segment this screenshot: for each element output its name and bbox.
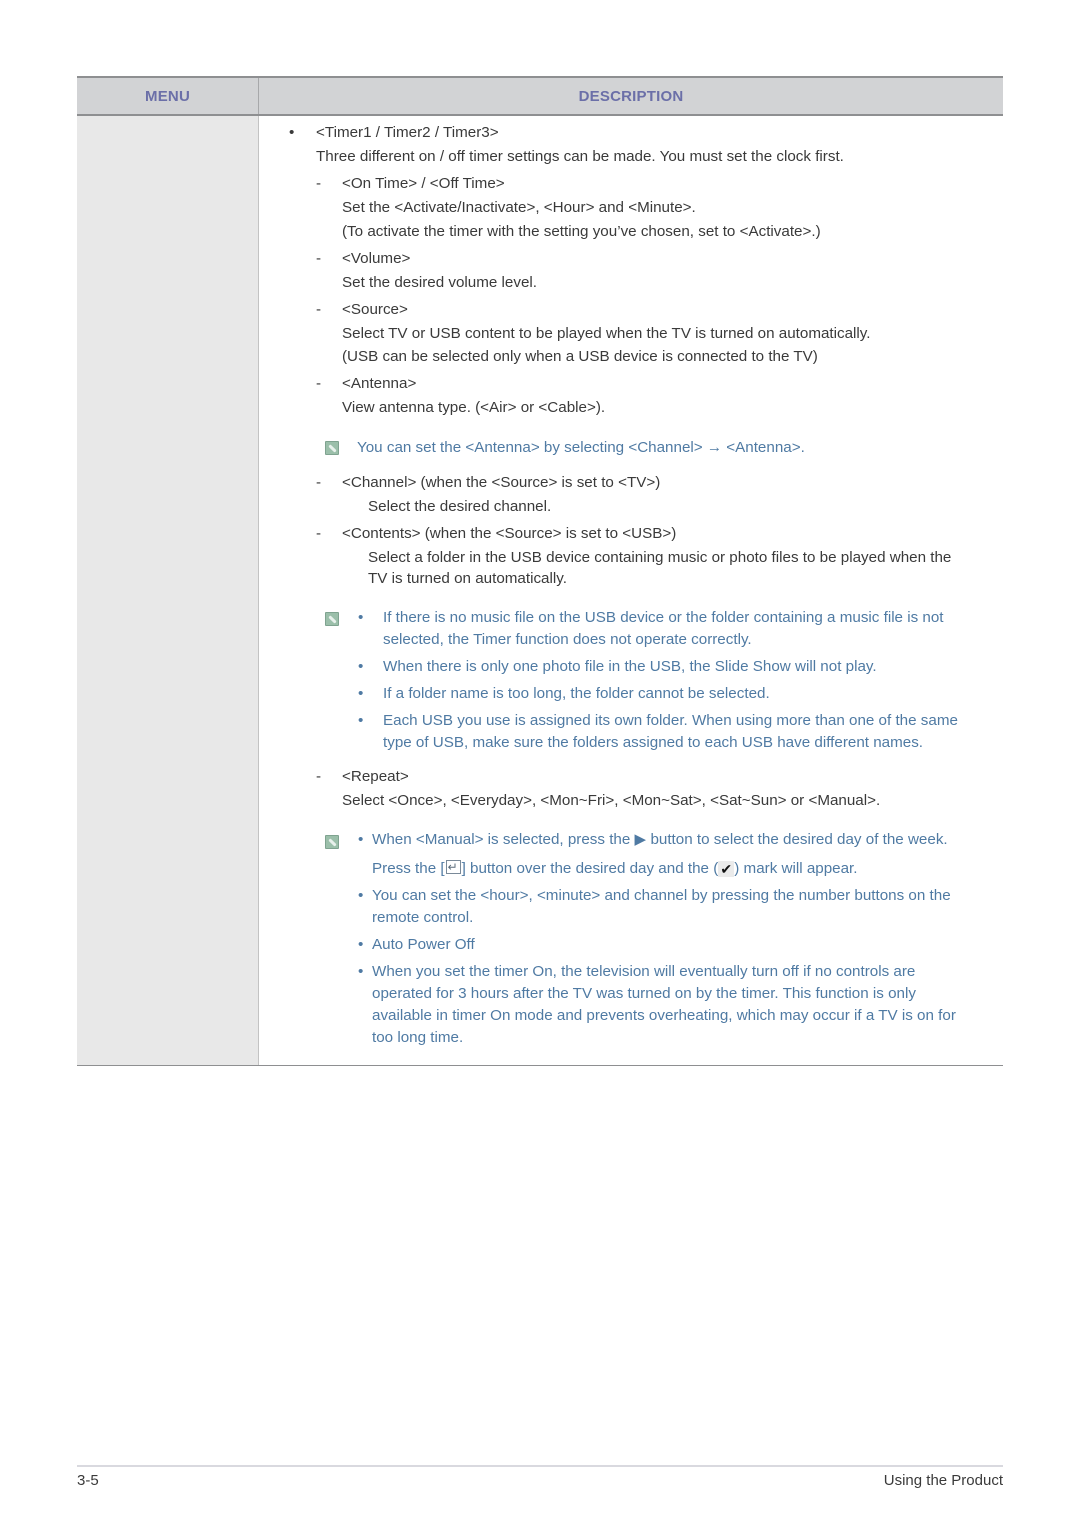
note-icon (325, 835, 339, 849)
auto-power-desc-line4: too long time. (372, 1029, 464, 1046)
note-icon (325, 441, 339, 455)
on-off-time-title: <On Time> / <Off Time> (342, 175, 505, 192)
timers-desc: Three different on / off timer settings … (316, 148, 844, 165)
usb-note-4-line1: Each USB you use is assigned its own fol… (383, 712, 958, 729)
bullet: • (358, 712, 364, 729)
dash: - (316, 250, 322, 267)
bullet: • (358, 831, 364, 848)
bullet: • (289, 124, 295, 141)
menu-description-table: MENU DESCRIPTION • <Timer1 / Timer2 / Ti… (77, 76, 1003, 1066)
dash: - (316, 175, 322, 192)
auto-power-desc-line2: operated for 3 hours after the TV was tu… (372, 985, 916, 1002)
table-row: • <Timer1 / Timer2 / Timer3> Three diffe… (77, 116, 1003, 1066)
timers-title: <Timer1 / Timer2 / Timer3> (316, 124, 499, 141)
menu-cell (77, 116, 259, 1065)
manual-note-line2-c: ) mark will appear. (734, 860, 858, 877)
auto-power-off-title: Auto Power Off (372, 936, 475, 953)
antenna-title: <Antenna> (342, 375, 417, 392)
table-header: MENU DESCRIPTION (77, 76, 1003, 116)
volume-title: <Volume> (342, 250, 411, 267)
usb-note-1-line2: selected, the Timer function does not op… (383, 631, 752, 648)
auto-power-desc-line3: available in timer On mode and prevents … (372, 1007, 956, 1024)
manual-note-line1: When <Manual> is selected, press the ▶ b… (372, 831, 948, 848)
contents-title: <Contents> (when the <Source> is set to … (342, 525, 677, 542)
dash: - (316, 525, 322, 542)
manual-note-line2: Press the [ ] button over the desired day… (372, 857, 858, 879)
source-title: <Source> (342, 301, 408, 318)
usb-note-4-line2: type of USB, make sure the folders assig… (383, 734, 924, 751)
contents-line2: TV is turned on automatically. (368, 570, 567, 587)
header-menu: MENU (77, 78, 259, 114)
dash: - (316, 474, 322, 491)
usb-note-1-line1: If there is no music file on the USB dev… (383, 609, 944, 626)
antenna-line1: View antenna type. (<Air> or <Cable>). (342, 399, 606, 416)
dash: - (316, 768, 322, 785)
on-off-time-line1: Set the <Activate/Inactivate>, <Hour> an… (342, 199, 696, 216)
auto-power-desc-line1: When you set the timer On, the televisio… (372, 963, 916, 980)
footer-divider (77, 1465, 1003, 1467)
header-description: DESCRIPTION (578, 87, 684, 105)
dash: - (316, 375, 322, 392)
number-buttons-line2: remote control. (372, 909, 474, 926)
number-buttons-line1: You can set the <hour>, <minute> and cha… (372, 887, 951, 904)
usb-note-2: When there is only one photo file in the… (383, 658, 877, 675)
manual-note-line2-b: ] button over the desired day and the ( (461, 860, 719, 877)
source-line2: (USB can be selected only when a USB dev… (342, 348, 818, 365)
section-title: Using the Product (883, 1472, 1003, 1489)
enter-icon (445, 857, 461, 877)
description-cell: • <Timer1 / Timer2 / Timer3> Three diffe… (259, 116, 1003, 1065)
repeat-line1: Select <Once>, <Everyday>, <Mon~Fri>, <M… (342, 792, 881, 809)
page-number: 3-5 (77, 1472, 99, 1489)
channel-title: <Channel> (when the <Source> is set to <… (342, 474, 661, 491)
bullet: • (358, 658, 364, 675)
manual-note-line2-a: Press the [ (372, 860, 445, 877)
dash: - (316, 301, 322, 318)
on-off-time-line2: (To activate the timer with the setting … (342, 223, 821, 240)
bullet: • (358, 936, 364, 953)
volume-line1: Set the desired volume level. (342, 274, 538, 291)
repeat-title: <Repeat> (342, 768, 409, 785)
bullet: • (358, 609, 364, 626)
antenna-note: You can set the <Antenna> by selecting <… (357, 439, 805, 456)
bullet: • (358, 887, 364, 904)
source-line1: Select TV or USB content to be played wh… (342, 325, 871, 342)
check-icon: ✔ (718, 861, 735, 877)
usb-note-3: If a folder name is too long, the folder… (383, 685, 770, 702)
bullet: • (358, 963, 364, 980)
channel-line1: Select the desired channel. (368, 498, 552, 515)
contents-line1: Select a folder in the USB device contai… (368, 549, 952, 566)
bullet: • (358, 685, 364, 702)
note-icon (325, 612, 339, 626)
